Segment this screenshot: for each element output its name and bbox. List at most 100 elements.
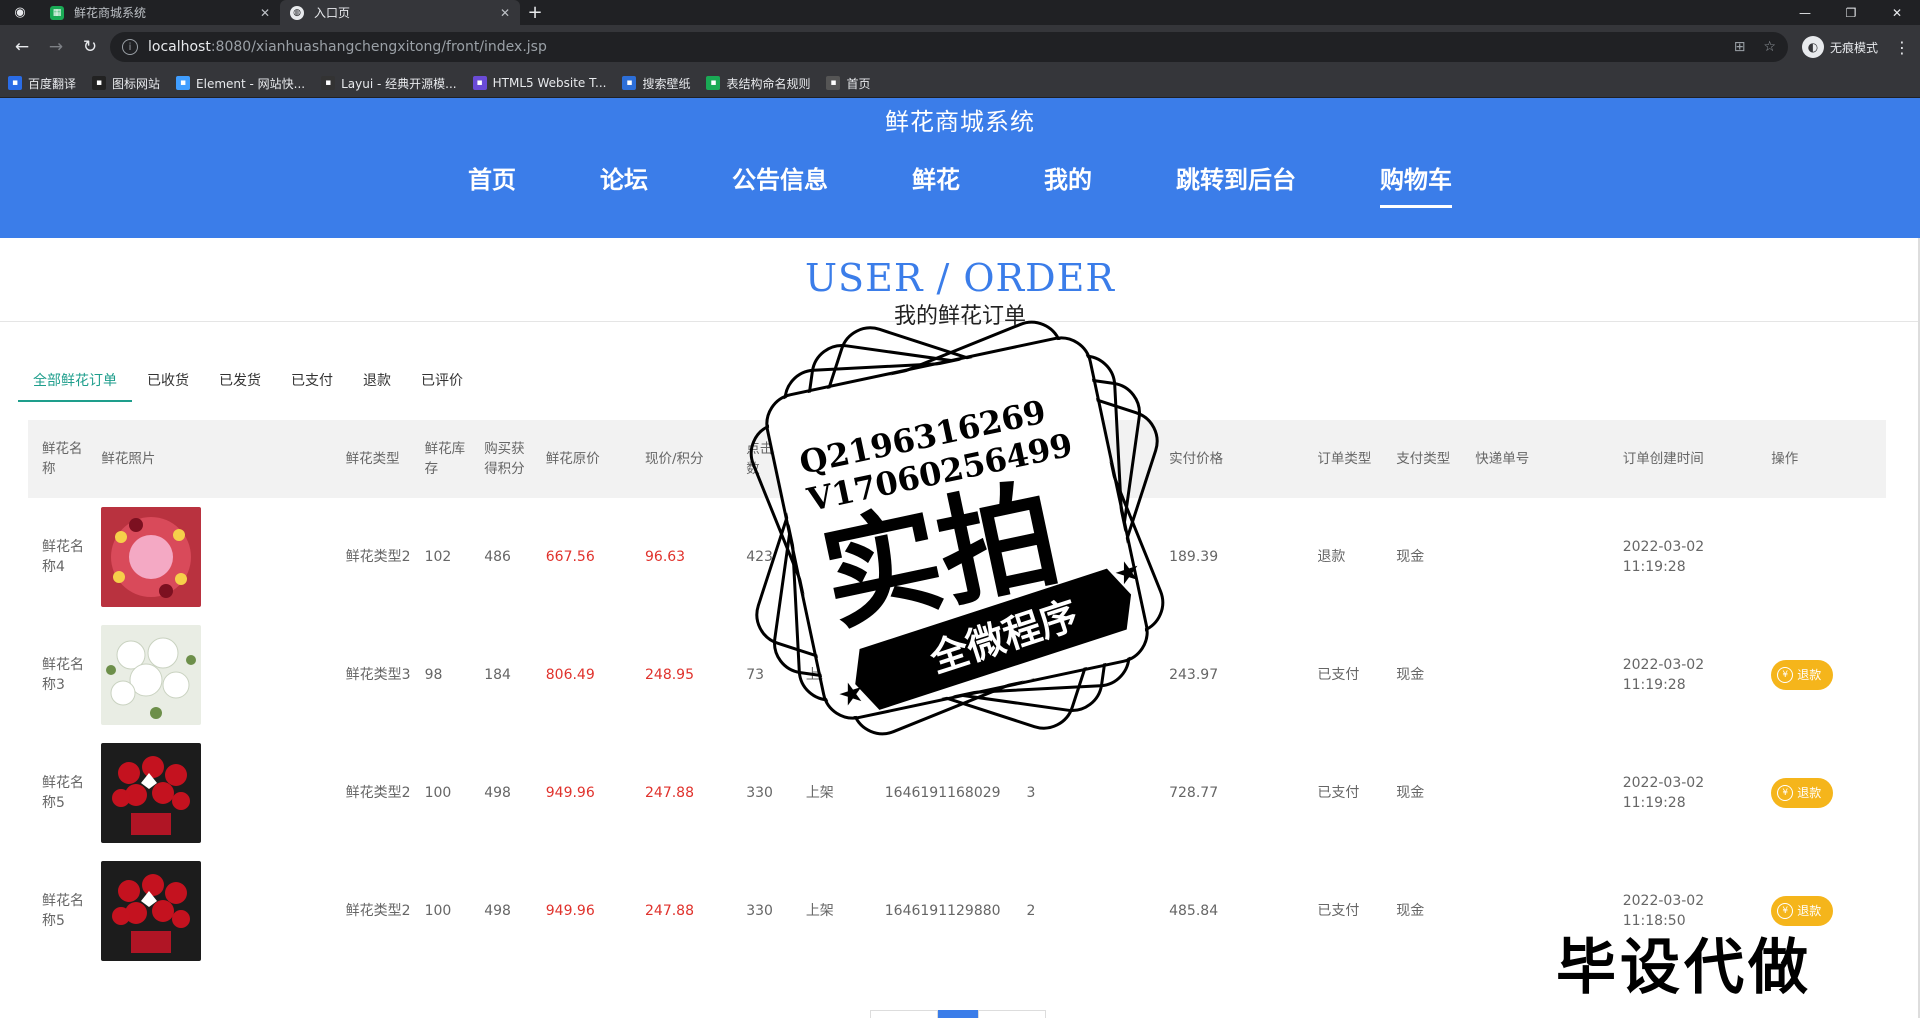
cell-listed: 上架 <box>792 616 871 734</box>
cell-name: 鲜花名称5 <box>28 852 87 970</box>
cell-text: 鲜花名称5 <box>42 775 84 811</box>
bookmark-item[interactable]: ▪ 百度翻译 <box>8 75 76 92</box>
close-window-icon[interactable]: ✕ <box>1874 0 1920 25</box>
column-header: 现价/积分 <box>645 451 704 467</box>
refund-label: 退款 <box>1797 904 1822 918</box>
address-toolbar: ← → ↻ i localhost:8080/xianhuashangcheng… <box>0 25 1920 69</box>
order-tab[interactable]: 已发货 <box>204 362 276 402</box>
cell-text: 330 <box>746 785 773 801</box>
refund-label: 退款 <box>1797 786 1822 800</box>
browser-tab-0[interactable]: ▦ 鲜花商城系统 ✕ <box>40 0 280 25</box>
cell-points: 498 <box>470 734 532 852</box>
cell-type: 鲜花类型2 <box>332 498 411 616</box>
section-heading: USER / ORDER 我的鲜花订单 <box>0 238 1920 329</box>
bookmark-favicon-icon: ▪ <box>622 76 637 90</box>
cell-qty <box>1013 498 1156 616</box>
cell-clicks: 73 <box>732 616 792 734</box>
bookmark-label: 首页 <box>846 76 871 91</box>
nav-item[interactable]: 我的 <box>1044 160 1092 208</box>
bookmark-favicon-icon: ▪ <box>8 76 22 90</box>
minimize-icon[interactable]: — <box>1782 0 1828 25</box>
web-page: 鲜花商城系统 首页 论坛 公告信息 鲜花 我的 跳转到后台 购物车 USER / ORDER… <box>0 98 1920 1018</box>
cell-otype: 已支付 <box>1303 734 1382 852</box>
cell-orig: 806.49 <box>532 616 631 734</box>
new-tab-button[interactable]: + <box>520 0 550 25</box>
cell-text: 1646191168029 <box>884 785 1001 801</box>
cell-stock: 98 <box>411 616 471 734</box>
incognito-profile[interactable]: ◐ 无痕模式 <box>1794 36 1886 58</box>
bookmark-item[interactable]: ▪ 首页 <box>826 75 871 92</box>
orders-table: 鲜花名称 鲜花照片 鲜花类型 鲜花库存 购买获得积分 鲜花原价 现价/积分 点击次数 是否上架 订… <box>28 420 1886 970</box>
column-header: 支付类型 <box>1396 451 1451 467</box>
bookmark-label: Layui - 经典开源模... <box>341 76 457 91</box>
forward-button[interactable]: → <box>42 33 70 61</box>
order-tab[interactable]: 退款 <box>348 362 406 402</box>
cell-text: 243.97 <box>1169 667 1219 683</box>
cell-price: 247.88 <box>631 734 732 852</box>
cell-text: 上架 <box>805 785 834 801</box>
pager-next[interactable] <box>978 1010 1046 1018</box>
cell-name: 鲜花名称5 <box>28 734 87 852</box>
tab-search-icon[interactable]: ◉ <box>0 0 40 25</box>
cell-action: ¥ 退款 <box>1757 734 1886 852</box>
bookmark-star-icon[interactable]: ☆ <box>1763 39 1776 55</box>
cell-orig: 667.56 <box>532 498 631 616</box>
site-header: 鲜花商城系统 首页 论坛 公告信息 鲜花 我的 跳转到后台 购物车 <box>0 98 1920 238</box>
nav-item[interactable]: 购物车 <box>1380 160 1452 208</box>
cell-text: 667.56 <box>545 549 595 565</box>
bookmark-item[interactable]: ▪ Layui - 经典开源模... <box>321 75 457 92</box>
back-button[interactable]: ← <box>8 33 36 61</box>
cell-order-no: 1646191168029 <box>871 734 1013 852</box>
cell-text: 已支付 <box>1317 667 1360 683</box>
cell-listed: 上架 <box>792 734 871 852</box>
incognito-label: 无痕模式 <box>1829 40 1878 55</box>
cell-price: 96.63 <box>631 498 732 616</box>
tab-close-icon[interactable]: ✕ <box>500 6 510 20</box>
cell-text: 498 <box>484 903 511 919</box>
translate-icon[interactable]: ⊞ <box>1734 39 1746 55</box>
nav-item[interactable]: 鲜花 <box>912 160 960 208</box>
browser-tab-1[interactable]: ◍ 入口页 ✕ <box>280 0 520 25</box>
order-tab[interactable]: 全部鲜花订单 <box>18 362 132 402</box>
flower-photo <box>101 507 202 607</box>
cell-order-no: 1646191168029 <box>871 498 1013 616</box>
tab-title: 入口页 <box>314 6 351 20</box>
refund-button[interactable]: ¥ 退款 <box>1771 778 1834 808</box>
nav-item[interactable]: 跳转到后台 <box>1176 160 1296 208</box>
order-tab[interactable]: 已收货 <box>132 362 204 402</box>
flower-photo <box>101 625 202 725</box>
section-title-en: USER / ORDER <box>805 256 1115 300</box>
order-tab[interactable]: 已评价 <box>406 362 478 402</box>
order-tab[interactable]: 已支付 <box>276 362 348 402</box>
tab-close-icon[interactable]: ✕ <box>260 6 270 20</box>
cell-created: 2022-03-02 11:19:28 <box>1609 734 1758 852</box>
site-info-icon[interactable]: i <box>122 39 138 55</box>
table-row: 鲜花名称4 鲜花类型2 102 486 667.56 96.63 423 上架 16461911… <box>28 498 1886 616</box>
bookmark-item[interactable]: ▪ 表结构命名规则 <box>706 75 810 92</box>
bookmark-item[interactable]: ▪ 图标网站 <box>92 75 160 92</box>
refund-button[interactable]: ¥ 退款 <box>1771 660 1834 690</box>
nav-item[interactable]: 公告信息 <box>732 160 828 208</box>
url-host: localhost <box>148 39 211 55</box>
reload-button[interactable]: ↻ <box>76 33 104 61</box>
bookmark-item[interactable]: ▪ Element - 网站快... <box>176 75 305 92</box>
cell-text: 184 <box>484 667 511 683</box>
bookmark-item[interactable]: ▪ 搜索壁纸 <box>622 75 690 92</box>
cell-type: 鲜花类型2 <box>332 734 411 852</box>
nav-item[interactable]: 论坛 <box>600 160 648 208</box>
restore-icon[interactable]: ❐ <box>1828 0 1874 25</box>
cell-text: 102 <box>424 549 452 565</box>
cell-text: 1 <box>1026 667 1036 683</box>
pager-prev[interactable] <box>870 1010 938 1018</box>
address-bar[interactable]: i localhost:8080/xianhuashangchengxitong… <box>110 32 1788 62</box>
bookmark-item[interactable]: ▪ HTML5 Website T... <box>472 76 606 90</box>
cell-text: 鲜花类型2 <box>345 549 411 565</box>
nav-item[interactable]: 首页 <box>468 160 516 208</box>
column-header: 操作 <box>1771 451 1799 467</box>
cell-text: 100 <box>424 903 452 919</box>
browser-menu-icon[interactable]: ⋮ <box>1892 38 1912 57</box>
column-header: 购买数量 <box>1026 451 1081 467</box>
cell-text: 鲜花类型2 <box>345 903 411 919</box>
flower-photo <box>101 861 202 961</box>
pager-current[interactable] <box>938 1010 978 1018</box>
